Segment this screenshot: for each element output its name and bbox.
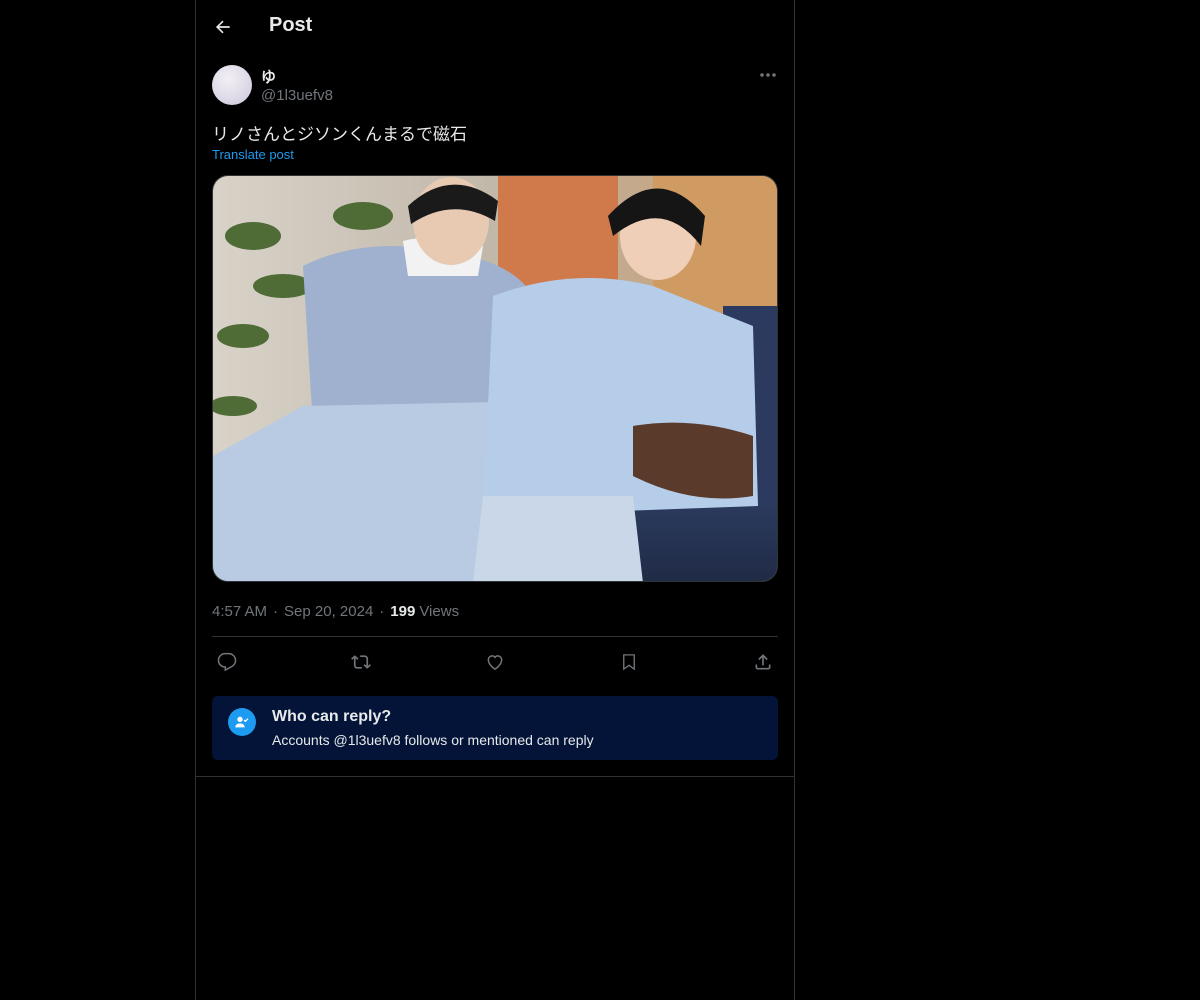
post-time[interactable]: 4:57 AM	[212, 603, 267, 620]
main-column: Post ゆ @1l3uefv8 リノさんとジソンくんまるで磁石 Transla…	[195, 0, 795, 1000]
post-text: リノさんとジソンくんまるで磁石	[212, 125, 467, 144]
post-actions-bar	[212, 648, 778, 676]
like-button[interactable]	[480, 648, 510, 676]
bookmark-button[interactable]	[614, 648, 644, 676]
back-button[interactable]	[206, 10, 240, 44]
views-label: Views	[419, 602, 460, 620]
more-options-button[interactable]	[754, 64, 782, 86]
author-display-name[interactable]: ゆ	[261, 66, 276, 87]
arrow-left-icon	[215, 20, 230, 34]
bookmark-icon	[623, 654, 635, 671]
person-check-glyph	[235, 716, 249, 728]
top-header: Post	[196, 0, 794, 53]
meta-separator: ·	[379, 602, 385, 620]
media-photo	[213, 176, 777, 581]
repost-button[interactable]	[346, 648, 376, 676]
translate-post-link[interactable]: Translate post	[212, 147, 294, 162]
like-icon	[487, 655, 503, 670]
more-dots-icon	[760, 73, 776, 77]
share-button[interactable]	[748, 648, 778, 676]
reply-icon	[217, 652, 237, 672]
person-check-icon	[228, 708, 256, 736]
divider	[196, 776, 794, 777]
post-meta: 4:57 AM · Sep 20, 2024 · 199 Views	[212, 601, 459, 621]
who-can-reply-description: Accounts @1l3uefv8 follows or mentioned …	[272, 732, 594, 748]
repost-icon	[351, 655, 371, 669]
views-count: 199	[390, 602, 416, 620]
reply-button[interactable]	[212, 648, 242, 676]
who-can-reply-box: Who can reply? Accounts @1l3uefv8 follow…	[212, 696, 778, 760]
who-can-reply-title: Who can reply?	[272, 708, 392, 725]
post-media-image[interactable]	[212, 175, 778, 582]
post-date[interactable]: Sep 20, 2024	[284, 603, 373, 620]
page-title: Post	[269, 14, 313, 36]
divider	[212, 636, 778, 637]
author-handle[interactable]: @1l3uefv8	[261, 87, 333, 104]
avatar[interactable]	[212, 65, 252, 105]
meta-separator: ·	[273, 602, 279, 620]
share-icon	[755, 654, 771, 670]
